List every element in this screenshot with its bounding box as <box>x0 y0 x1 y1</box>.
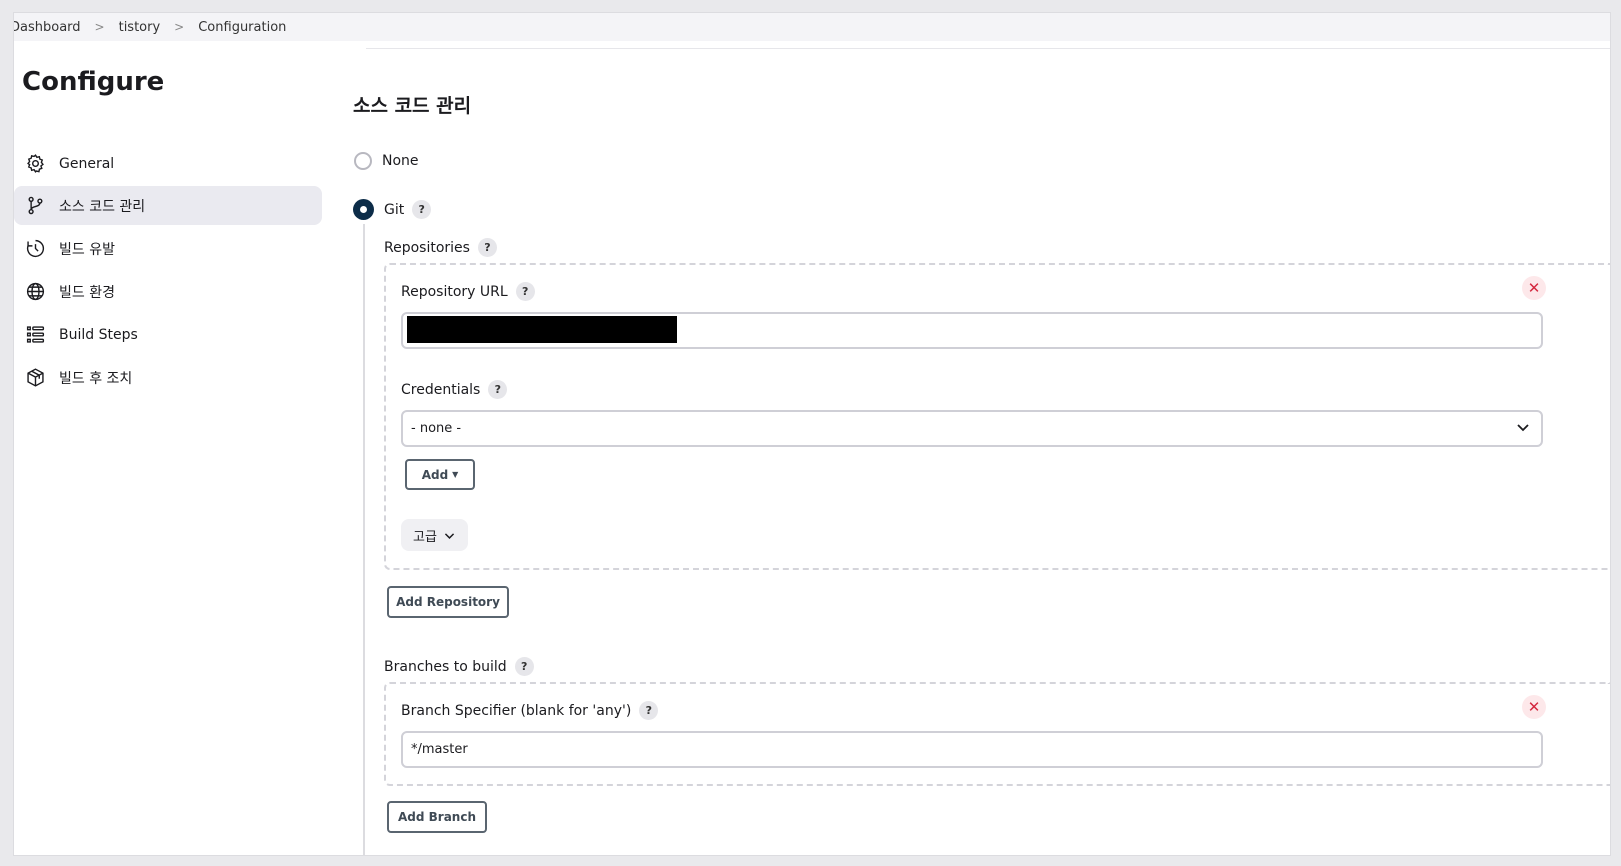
sidebar-item-post-build[interactable]: 빌드 후 조치 <box>14 358 322 397</box>
sidebar-item-label: 빌드 환경 <box>59 284 115 301</box>
advanced-label: 고급 <box>413 529 437 545</box>
section-title: 소스 코드 관리 <box>353 95 472 117</box>
credentials-selected-value: - none - <box>411 421 462 436</box>
add-credentials-button[interactable]: Add ▼ <box>405 459 475 490</box>
remove-branch-button[interactable]: ✕ <box>1522 695 1546 719</box>
branches-text: Branches to build <box>384 658 507 675</box>
branch-box: Branch Specifier (blank for 'any') ? ✕ *… <box>384 682 1610 786</box>
globe-icon <box>24 281 46 303</box>
help-icon[interactable]: ? <box>514 657 534 676</box>
breadcrumb-configuration[interactable]: Configuration <box>198 20 286 35</box>
package-icon <box>24 367 46 389</box>
page-title: Configure <box>22 67 165 97</box>
redacted-url <box>407 316 677 343</box>
radio-none[interactable] <box>354 152 372 170</box>
branch-specifier-value: */master <box>411 742 468 757</box>
advanced-button[interactable]: 고급 <box>401 519 468 551</box>
gear-icon <box>24 153 46 175</box>
branch-icon <box>24 195 46 217</box>
help-icon[interactable]: ? <box>488 380 508 399</box>
repositories-label: Repositories ? <box>384 238 497 257</box>
add-repository-button[interactable]: Add Repository <box>387 586 509 618</box>
chevron-down-icon <box>1517 424 1529 432</box>
branch-specifier-label: Branch Specifier (blank for 'any') ? <box>401 701 659 720</box>
sidebar-item-build-triggers[interactable]: 빌드 유발 <box>14 229 322 268</box>
main-content: 소스 코드 관리 None Git ? Repositories ? Repos… <box>353 41 1610 855</box>
sidebar-item-scm[interactable]: 소스 코드 관리 <box>14 186 322 225</box>
chevron-right-icon: > <box>174 20 185 34</box>
sidebar-item-label: General <box>59 155 115 172</box>
chevron-right-icon: > <box>94 20 105 34</box>
radio-none-label: None <box>382 153 419 169</box>
repositories-text: Repositories <box>384 239 470 256</box>
repository-url-text: Repository URL <box>401 283 508 300</box>
chevron-down-icon <box>444 532 455 539</box>
credentials-text: Credentials <box>401 381 481 398</box>
add-branch-button[interactable]: Add Branch <box>387 801 487 833</box>
sidebar-item-label: 빌드 후 조치 <box>59 370 133 387</box>
branches-label: Branches to build ? <box>384 657 534 676</box>
help-icon[interactable]: ? <box>639 701 659 720</box>
branch-specifier-input[interactable]: */master <box>401 731 1543 768</box>
repository-url-input[interactable] <box>401 312 1543 349</box>
sidebar-item-general[interactable]: General <box>14 144 322 183</box>
breadcrumb: Dashboard > tistory > Configuration <box>14 13 1610 41</box>
jenkins-window: Dashboard > tistory > Configuration Conf… <box>14 13 1610 855</box>
git-section-line <box>363 224 365 855</box>
help-icon[interactable]: ? <box>477 238 497 257</box>
sidebar-item-build-environment[interactable]: 빌드 환경 <box>14 272 322 311</box>
scm-option-none[interactable]: None <box>353 152 419 170</box>
sidebar-item-label: Build Steps <box>59 326 138 343</box>
radio-git-label: Git <box>384 201 405 218</box>
repository-box: Repository URL ? ✕ Credentials ? - none … <box>384 263 1610 570</box>
breadcrumb-project[interactable]: tistory <box>119 20 161 35</box>
branch-specifier-text: Branch Specifier (blank for 'any') <box>401 702 632 719</box>
sidebar: Configure General 소스 코드 관리 빌드 유발 빌드 환경 B… <box>14 41 354 855</box>
sidebar-item-label: 빌드 유발 <box>59 241 115 258</box>
breadcrumb-dashboard[interactable]: Dashboard <box>14 20 81 35</box>
help-icon[interactable]: ? <box>515 282 535 301</box>
list-icon <box>24 324 46 346</box>
radio-git[interactable] <box>353 199 374 220</box>
caret-down-icon: ▼ <box>452 470 459 479</box>
add-credentials-label: Add <box>421 467 449 482</box>
sidebar-item-label: 소스 코드 관리 <box>59 198 146 215</box>
credentials-select[interactable]: - none - <box>401 410 1543 447</box>
help-icon[interactable]: ? <box>412 200 432 219</box>
scm-option-git[interactable]: Git ? <box>353 199 432 220</box>
remove-repository-button[interactable]: ✕ <box>1522 276 1546 300</box>
sidebar-item-build-steps[interactable]: Build Steps <box>14 315 322 354</box>
clock-icon <box>24 238 46 260</box>
repository-url-label: Repository URL ? <box>401 282 535 301</box>
credentials-label: Credentials ? <box>401 380 508 399</box>
